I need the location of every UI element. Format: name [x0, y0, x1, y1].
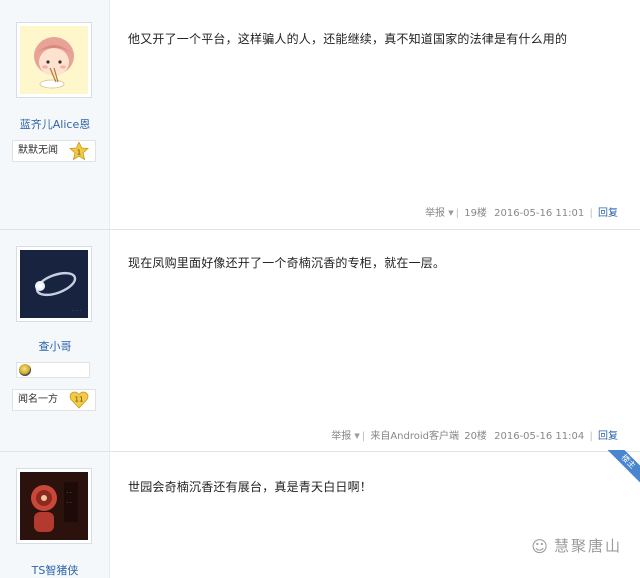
caret-down-icon: ▼: [448, 209, 454, 217]
post-21: · · · · TS智猪侠 楼主 世园会奇楠沉香还有展台，真是青天白日啊！: [0, 450, 640, 578]
post-meta: 举报 ▼ | 来自Android客户端 20楼 2016-05-16 11:04 …: [331, 431, 618, 442]
user-sidebar: · · · · TS智猪侠: [0, 452, 110, 578]
post-time: 2016-05-16 11:01: [494, 208, 585, 219]
avatar-image: [34, 37, 74, 89]
username[interactable]: 查小哥: [0, 338, 110, 354]
op-ribbon: 楼主: [608, 450, 640, 484]
floor-number: 20楼: [464, 431, 487, 442]
post-meta: 举报 ▼ | 19楼 2016-05-16 11:01 | 回复: [425, 208, 618, 219]
client-source[interactable]: 来自Android客户端: [370, 431, 459, 442]
post-time: 2016-05-16 11:04: [494, 431, 585, 442]
level-number: 11: [75, 396, 84, 404]
post-19: 蓝齐儿Alice恩 默默无闻 1 他又开了一个平台，这样骗人的人，还能继续，真不…: [0, 0, 640, 230]
report-link[interactable]: 举报 ▼: [425, 208, 454, 219]
avatar[interactable]: · · · ·: [16, 246, 92, 322]
star-badge-icon: 1: [69, 142, 89, 160]
rank-box: 默默无闻 1: [12, 140, 96, 162]
svg-text:· ·: · ·: [67, 500, 72, 506]
post-main: 现在凤购里面好像还开了一个奇楠沉香的专柜，就在一层。 举报 ▼ | 来自Andro…: [110, 230, 640, 451]
watermark-text: 慧聚唐山: [553, 537, 622, 555]
username[interactable]: 蓝齐儿Alice恩: [0, 116, 110, 132]
avatar[interactable]: · · · ·: [16, 468, 92, 544]
floor-number: 19楼: [464, 208, 487, 219]
post-main: 楼主 世园会奇楠沉香还有展台，真是青天白日啊！: [110, 450, 640, 578]
username[interactable]: TS智猪侠: [0, 562, 110, 578]
user-sidebar: 蓝齐儿Alice恩 默默无闻 1: [0, 0, 110, 229]
rank-title: 默默无闻: [18, 145, 58, 156]
medal-icon[interactable]: [19, 364, 31, 376]
svg-text:· ·: · ·: [67, 490, 72, 496]
post-main: 他又开了一个平台，这样骗人的人，还能继续，真不知道国家的法律是有什么用的 举报 …: [110, 0, 640, 229]
medal-bar: [16, 362, 90, 378]
op-badge: 楼主: [608, 450, 640, 484]
rank-box: 闻名一方 11: [12, 389, 96, 411]
heart-badge-icon: 11: [69, 391, 89, 409]
avatar-image: · · · ·: [20, 472, 88, 540]
level-number: 1: [77, 149, 81, 157]
user-sidebar: · · · · 查小哥 闻名一方 11: [0, 230, 110, 451]
avatar[interactable]: [16, 22, 92, 98]
avatar-image: · · · ·: [20, 250, 88, 318]
svg-text:· · · ·: · · · ·: [72, 308, 81, 313]
rank-title: 闻名一方: [18, 394, 58, 405]
watermark: ☺ 慧聚唐山: [531, 535, 622, 556]
report-link[interactable]: 举报 ▼: [331, 431, 360, 442]
post-20: · · · · 查小哥 闻名一方 11 现在凤购里面好像还开了一个奇楠沉香的专柜…: [0, 230, 640, 452]
reply-link[interactable]: 回复: [598, 208, 618, 219]
wechat-icon: ☺: [531, 537, 550, 556]
post-content: 世园会奇楠沉香还有展台，真是青天白日啊！: [128, 480, 373, 494]
post-content: 现在凤购里面好像还开了一个奇楠沉香的专柜，就在一层。: [128, 256, 446, 270]
post-content: 他又开了一个平台，这样骗人的人，还能继续，真不知道国家的法律是有什么用的: [128, 32, 568, 46]
caret-down-icon: ▼: [354, 432, 360, 440]
reply-link[interactable]: 回复: [598, 431, 618, 442]
